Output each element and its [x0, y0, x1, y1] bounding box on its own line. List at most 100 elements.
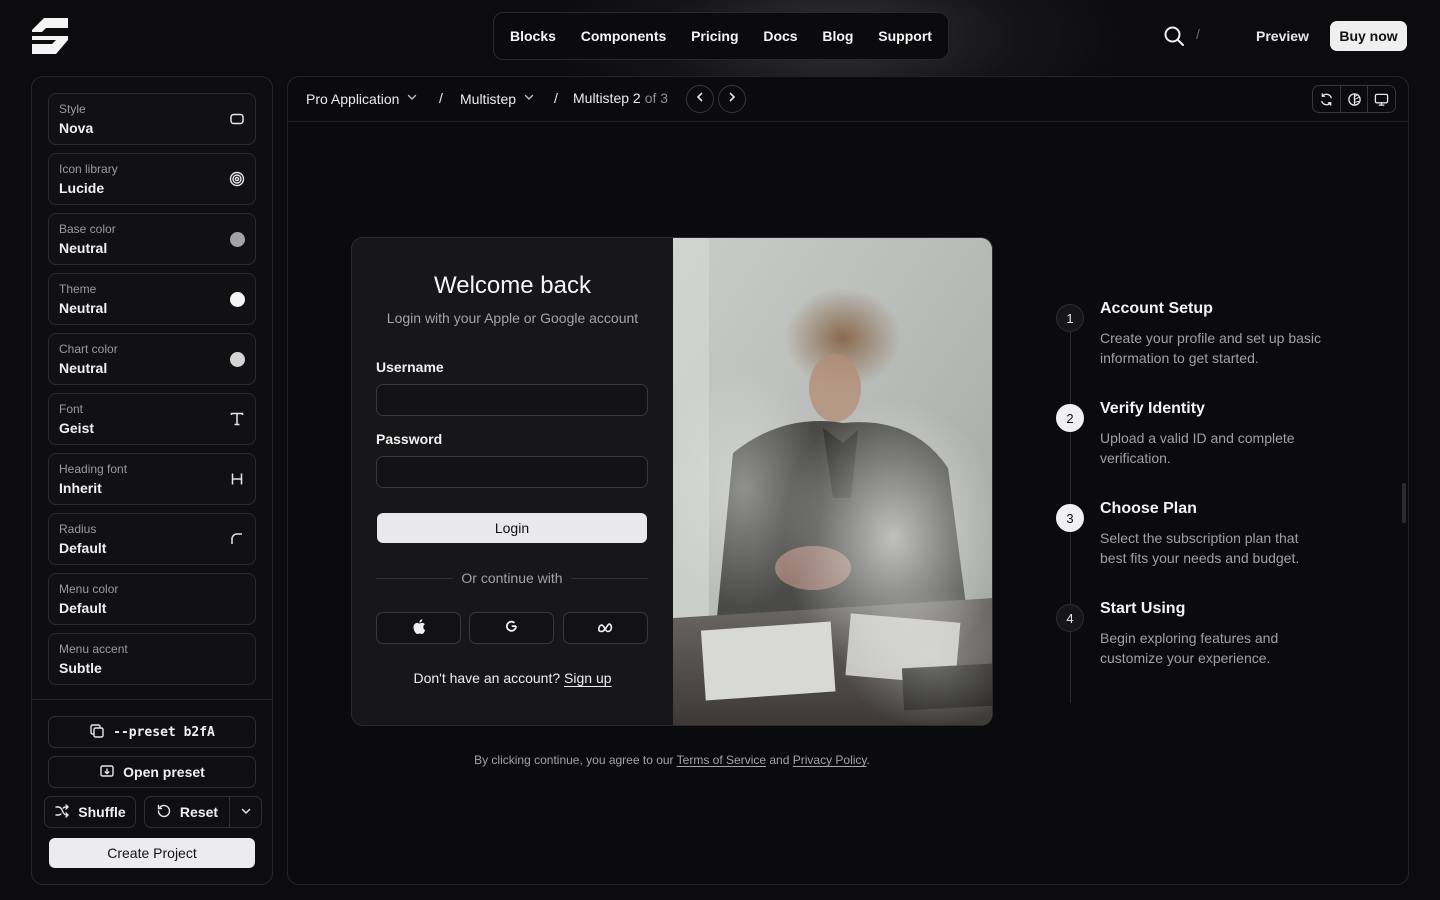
option-heading-font[interactable]: Heading font Inherit: [48, 453, 256, 505]
password-label: Password: [376, 431, 443, 447]
option-font[interactable]: Font Geist: [48, 393, 256, 445]
customizer-sidebar: Style Nova Icon library Lucide Base colo…: [31, 76, 273, 885]
create-project-button[interactable]: Create Project: [49, 838, 255, 868]
step-number: 1: [1056, 304, 1084, 332]
spiral-icon: [229, 171, 245, 187]
option-label: Chart color: [59, 342, 118, 356]
divider-line: [570, 577, 649, 579]
apple-icon: [412, 619, 426, 637]
option-label: Base color: [59, 222, 116, 236]
nav-docs[interactable]: Docs: [763, 28, 797, 44]
password-input[interactable]: [376, 456, 648, 488]
shuffle-button[interactable]: Shuffle: [44, 796, 136, 828]
breadcrumb-label: Multistep 2: [573, 90, 641, 106]
preview-button[interactable]: Preview: [1244, 21, 1321, 51]
option-chart-color[interactable]: Chart color Neutral: [48, 333, 256, 385]
terms-and: and: [769, 753, 790, 767]
contrast-icon[interactable]: [1341, 86, 1369, 112]
breadcrumb-label: Pro Application: [306, 90, 400, 107]
terms-suffix: .: [866, 753, 870, 767]
option-value: Default: [59, 600, 107, 616]
meta-login-button[interactable]: [563, 612, 648, 644]
option-theme[interactable]: Theme Neutral: [48, 273, 256, 325]
google-icon: [505, 620, 518, 636]
shuffle-label: Shuffle: [78, 804, 126, 820]
option-label: Theme: [59, 282, 97, 296]
reset-button[interactable]: Reset: [144, 796, 230, 828]
apple-login-button[interactable]: [376, 612, 461, 644]
option-value: Inherit: [59, 480, 102, 496]
step-title: Account Setup: [1100, 300, 1213, 317]
step-description: Select the subscription plan that best f…: [1100, 530, 1300, 566]
breadcrumb-label: Multistep: [460, 90, 517, 107]
username-input[interactable]: [376, 384, 648, 416]
option-style[interactable]: Style Nova: [48, 93, 256, 145]
divider: Or continue with: [376, 570, 649, 586]
nav-components[interactable]: Components: [581, 28, 667, 44]
step-number: 3: [1056, 504, 1084, 532]
preset-code: --preset b2fA: [113, 724, 215, 740]
breadcrumb-pro-application[interactable]: Pro Application: [306, 90, 419, 107]
divider-text: Or continue with: [461, 570, 563, 586]
nav-blog[interactable]: Blog: [822, 28, 853, 44]
buy-now-button[interactable]: Buy now: [1330, 21, 1407, 51]
breadcrumb-current: Multistep 2 of 3: [573, 90, 668, 106]
option-value: Nova: [59, 120, 94, 136]
shuffle-icon: [54, 803, 70, 822]
heading-icon: [229, 471, 245, 487]
meta-icon: [597, 620, 615, 636]
next-button[interactable]: [718, 85, 746, 113]
brand-logo[interactable]: [32, 18, 68, 54]
copy-icon: [89, 723, 105, 742]
option-label: Radius: [59, 522, 97, 536]
option-value: Neutral: [59, 360, 108, 376]
step-description: Upload a valid ID and complete verificat…: [1100, 430, 1295, 466]
color-dot-icon: [229, 231, 245, 247]
nav-blocks[interactable]: Blocks: [510, 28, 556, 44]
color-dot-icon: [229, 291, 245, 307]
option-label: Menu accent: [59, 642, 128, 656]
divider-line: [376, 577, 454, 579]
breadcrumb-count: of 3: [644, 90, 669, 106]
option-value: Default: [59, 540, 107, 556]
option-radius[interactable]: Radius Default: [48, 513, 256, 565]
refresh-icon[interactable]: [1313, 86, 1341, 112]
search-icon[interactable]: [1163, 25, 1185, 47]
preview-tools: [1312, 85, 1396, 113]
step-title: Verify Identity: [1100, 400, 1205, 417]
step-title: Choose Plan: [1100, 500, 1197, 517]
previous-button[interactable]: [686, 85, 714, 113]
option-menu-color[interactable]: Menu color Default: [48, 573, 256, 625]
username-label: Username: [376, 359, 444, 375]
reset-label: Reset: [179, 804, 219, 820]
terms-of-service-link[interactable]: Terms of Service: [677, 753, 766, 767]
login-subtitle: Login with your Apple or Google account: [386, 310, 639, 326]
privacy-policy-link[interactable]: Privacy Policy: [793, 753, 867, 767]
signup-link[interactable]: Sign up: [564, 670, 611, 686]
breadcrumb-separator: /: [439, 90, 443, 106]
login-image: [673, 238, 992, 725]
monitor-icon[interactable]: [1368, 86, 1395, 112]
open-preset-label: Open preset: [123, 764, 205, 780]
option-value: Lucide: [59, 180, 105, 196]
option-value: Subtle: [59, 660, 102, 676]
breadcrumb: Pro Application / Multistep / Multistep …: [288, 77, 1408, 122]
nav-pricing[interactable]: Pricing: [691, 28, 738, 44]
option-menu-accent[interactable]: Menu accent Subtle: [48, 633, 256, 685]
reset-menu-button[interactable]: [229, 796, 262, 828]
import-icon: [99, 763, 115, 782]
copy-preset-button[interactable]: --preset b2fA: [48, 716, 256, 748]
google-login-button[interactable]: [469, 612, 554, 644]
option-icon-library[interactable]: Icon library Lucide: [48, 153, 256, 205]
option-label: Style: [59, 102, 86, 116]
open-preset-button[interactable]: Open preset: [48, 756, 256, 788]
breadcrumb-multistep[interactable]: Multistep: [460, 90, 536, 107]
top-nav: Blocks Components Pricing Docs Blog Supp…: [493, 12, 949, 60]
signup-row: Don't have an account? Sign up: [352, 670, 673, 686]
login-button[interactable]: Login: [377, 513, 647, 543]
nav-support[interactable]: Support: [878, 28, 932, 44]
breadcrumb-separator: /: [554, 90, 558, 106]
option-base-color[interactable]: Base color Neutral: [48, 213, 256, 265]
scrollbar-thumb[interactable]: [1402, 483, 1406, 523]
step-description: Begin exploring features and customize y…: [1100, 630, 1279, 666]
